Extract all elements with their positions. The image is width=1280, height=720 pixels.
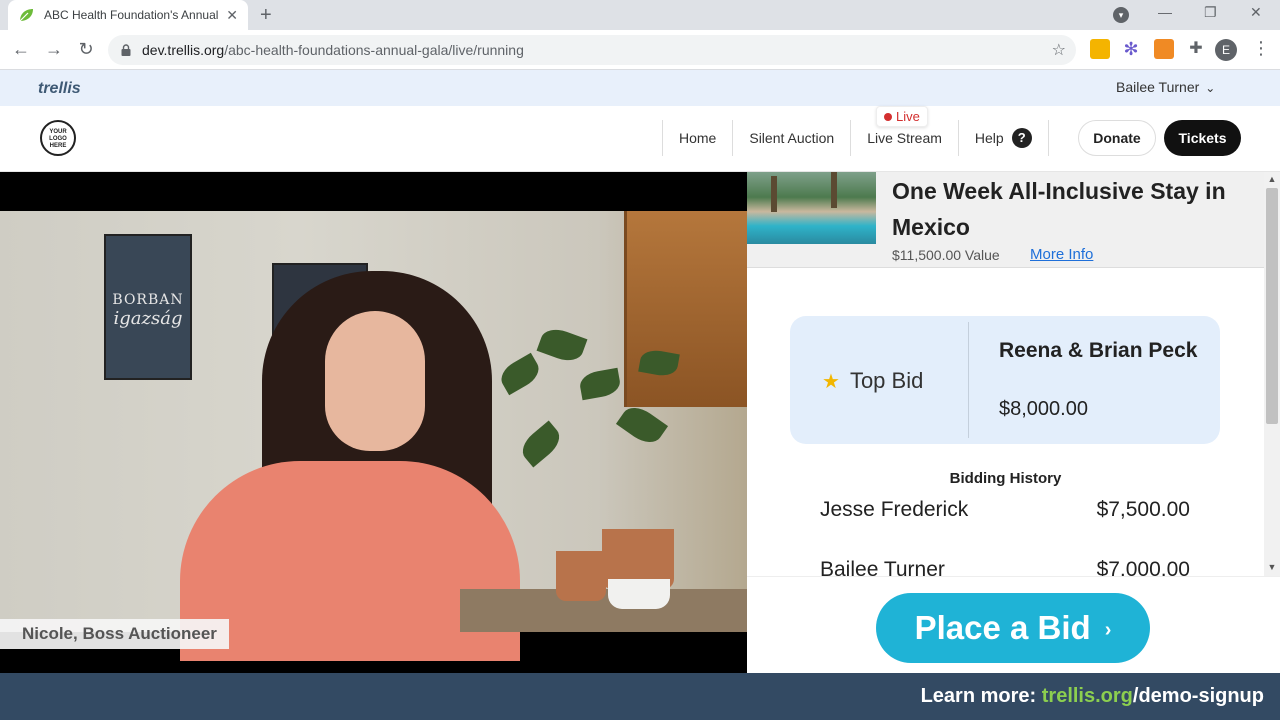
reload-icon[interactable]: ↻ [75, 39, 97, 60]
plant-leaf [516, 420, 566, 468]
item-header: One Week All-Inclusive Stay in Mexico $1… [747, 172, 1264, 268]
top-bid-label: ★ Top Bid [822, 368, 923, 394]
restore-icon[interactable]: ❐ [1204, 4, 1217, 21]
site-nav: YOUR LOGO HERE Live Home Silent Auction … [0, 106, 1280, 172]
chevron-right-icon: › [1104, 619, 1112, 642]
profile-avatar[interactable]: E [1215, 39, 1237, 61]
palm-trunk [831, 172, 837, 208]
bid-action-area: Place a Bid › [747, 576, 1280, 673]
plant-pot-white [608, 579, 670, 609]
plant-leaf [496, 352, 544, 396]
address-bar[interactable]: dev.trellis.org/abc-health-foundations-a… [108, 35, 1076, 65]
footer-suffix: /demo-signup [1132, 685, 1264, 707]
top-bidder-name: Reena & Brian Peck [999, 339, 1198, 362]
extension-calendar-icon[interactable] [1154, 39, 1174, 59]
browser-tab[interactable]: ABC Health Foundation's Annual ✕ [8, 0, 248, 30]
item-title: One Week All-Inclusive Stay in Mexico [892, 178, 1226, 240]
history-row: Jesse Frederick $7,500.00 [820, 498, 1190, 530]
nav-help[interactable]: Help? [957, 120, 1049, 156]
bidder-name: Bailee Turner [820, 558, 945, 576]
place-bid-label: Place a Bid [914, 609, 1091, 646]
url-host: dev.trellis.org [142, 42, 225, 58]
top-bid-card: ★ Top Bid Reena & Brian Peck $8,000.00 [790, 316, 1220, 444]
history-row: Bailee Turner $7,000.00 [820, 558, 1190, 576]
palm-trunk [771, 176, 777, 212]
bid-amount: $7,500.00 [1096, 498, 1190, 521]
extension-icon[interactable] [1090, 39, 1110, 59]
promo-footer: Learn more: trellis.org/demo-signup [0, 673, 1280, 720]
nav-live-stream[interactable]: Live Stream [850, 120, 958, 156]
scroll-up-icon[interactable]: ▲ [1266, 174, 1278, 184]
donate-button[interactable]: Donate [1078, 120, 1156, 156]
top-bid-label-text: Top Bid [849, 368, 924, 393]
plant-pot [556, 551, 606, 601]
menu-kebab-icon[interactable]: ⋮ [1252, 38, 1270, 59]
divider [968, 322, 969, 438]
video-person-face [325, 311, 425, 451]
footer-link[interactable]: trellis.org [1042, 685, 1133, 707]
back-icon[interactable]: ← [10, 39, 32, 60]
user-name: Bailee Turner [1116, 79, 1200, 95]
leaf-icon [19, 9, 33, 22]
tickets-button[interactable]: Tickets [1164, 120, 1241, 156]
question-icon: ? [1011, 128, 1032, 148]
item-thumbnail[interactable] [747, 172, 876, 244]
speaker-caption: Nicole, Boss Auctioneer [0, 619, 229, 649]
lock-icon [121, 44, 131, 56]
poster-line-2: igazság [113, 308, 183, 329]
forward-icon[interactable]: → [43, 39, 65, 60]
video-frame: BORBAN igazság Nicole, Boss Auctioneer [0, 211, 747, 661]
new-tab-icon[interactable]: + [260, 4, 272, 27]
star-icon: ★ [822, 370, 840, 393]
item-value: $11,500.00 Value [892, 247, 1000, 263]
org-logo[interactable]: YOUR LOGO HERE [40, 120, 76, 156]
bidder-name: Jesse Frederick [820, 498, 969, 521]
more-info-link[interactable]: More Info [1030, 246, 1093, 263]
scroll-thumb[interactable] [1266, 188, 1278, 424]
nav-home[interactable]: Home [662, 120, 732, 156]
brand-logo[interactable]: trellis [38, 80, 81, 98]
nav-silent-auction[interactable]: Silent Auction [732, 120, 850, 156]
plant-leaf [536, 324, 588, 366]
poster-line-1: BORBAN [112, 292, 184, 308]
bidding-history-title: Bidding History [949, 470, 1062, 487]
place-bid-button[interactable]: Place a Bid › [876, 593, 1150, 663]
close-icon[interactable]: ✕ [226, 7, 238, 24]
live-video-player[interactable]: BORBAN igazság Nicole, Boss Auctioneer [0, 172, 747, 673]
chevron-down-icon: ⌄ [1205, 81, 1216, 95]
top-bid-amount: $8,000.00 [999, 398, 1088, 420]
video-poster: BORBAN igazság [104, 234, 192, 380]
extension-snowflake-icon[interactable]: ✻ [1121, 39, 1141, 59]
account-strip: trellis Bailee Turner ⌄ [0, 70, 1280, 106]
browser-tab-bar: ABC Health Foundation's Annual ✕ + ▾ — ❐… [0, 0, 1280, 30]
url-path: /abc-health-foundations-annual-gala/live… [224, 42, 524, 58]
nav-help-label: Help [974, 130, 1004, 146]
plant-leaf [615, 400, 669, 450]
extensions-puzzle-icon[interactable]: ✚ [1186, 39, 1206, 59]
scroll-down-icon[interactable]: ▼ [1266, 562, 1278, 572]
footer-text: Learn more: trellis.org/demo-signup [921, 685, 1264, 708]
nav-links: Home Silent Auction Live Stream Help? [662, 120, 1049, 156]
footer-prefix: Learn more: [920, 685, 1042, 707]
tab-title: ABC Health Foundation's Annual [44, 8, 219, 22]
browser-toolbar: ← → ↻ dev.trellis.org/abc-health-foundat… [0, 30, 1280, 70]
bid-amount: $7,000.00 [1096, 558, 1190, 576]
user-menu[interactable]: Bailee Turner ⌄ [1116, 79, 1215, 95]
video-cabinet [624, 211, 747, 407]
minimize-icon[interactable]: — [1158, 4, 1172, 20]
bookmark-star-icon[interactable]: ☆ [1052, 40, 1066, 60]
tab-search-icon[interactable]: ▾ [1113, 7, 1129, 23]
window-close-icon[interactable]: ✕ [1250, 4, 1262, 21]
auction-item-panel: One Week All-Inclusive Stay in Mexico $1… [747, 172, 1264, 576]
plant-leaf [578, 367, 622, 401]
